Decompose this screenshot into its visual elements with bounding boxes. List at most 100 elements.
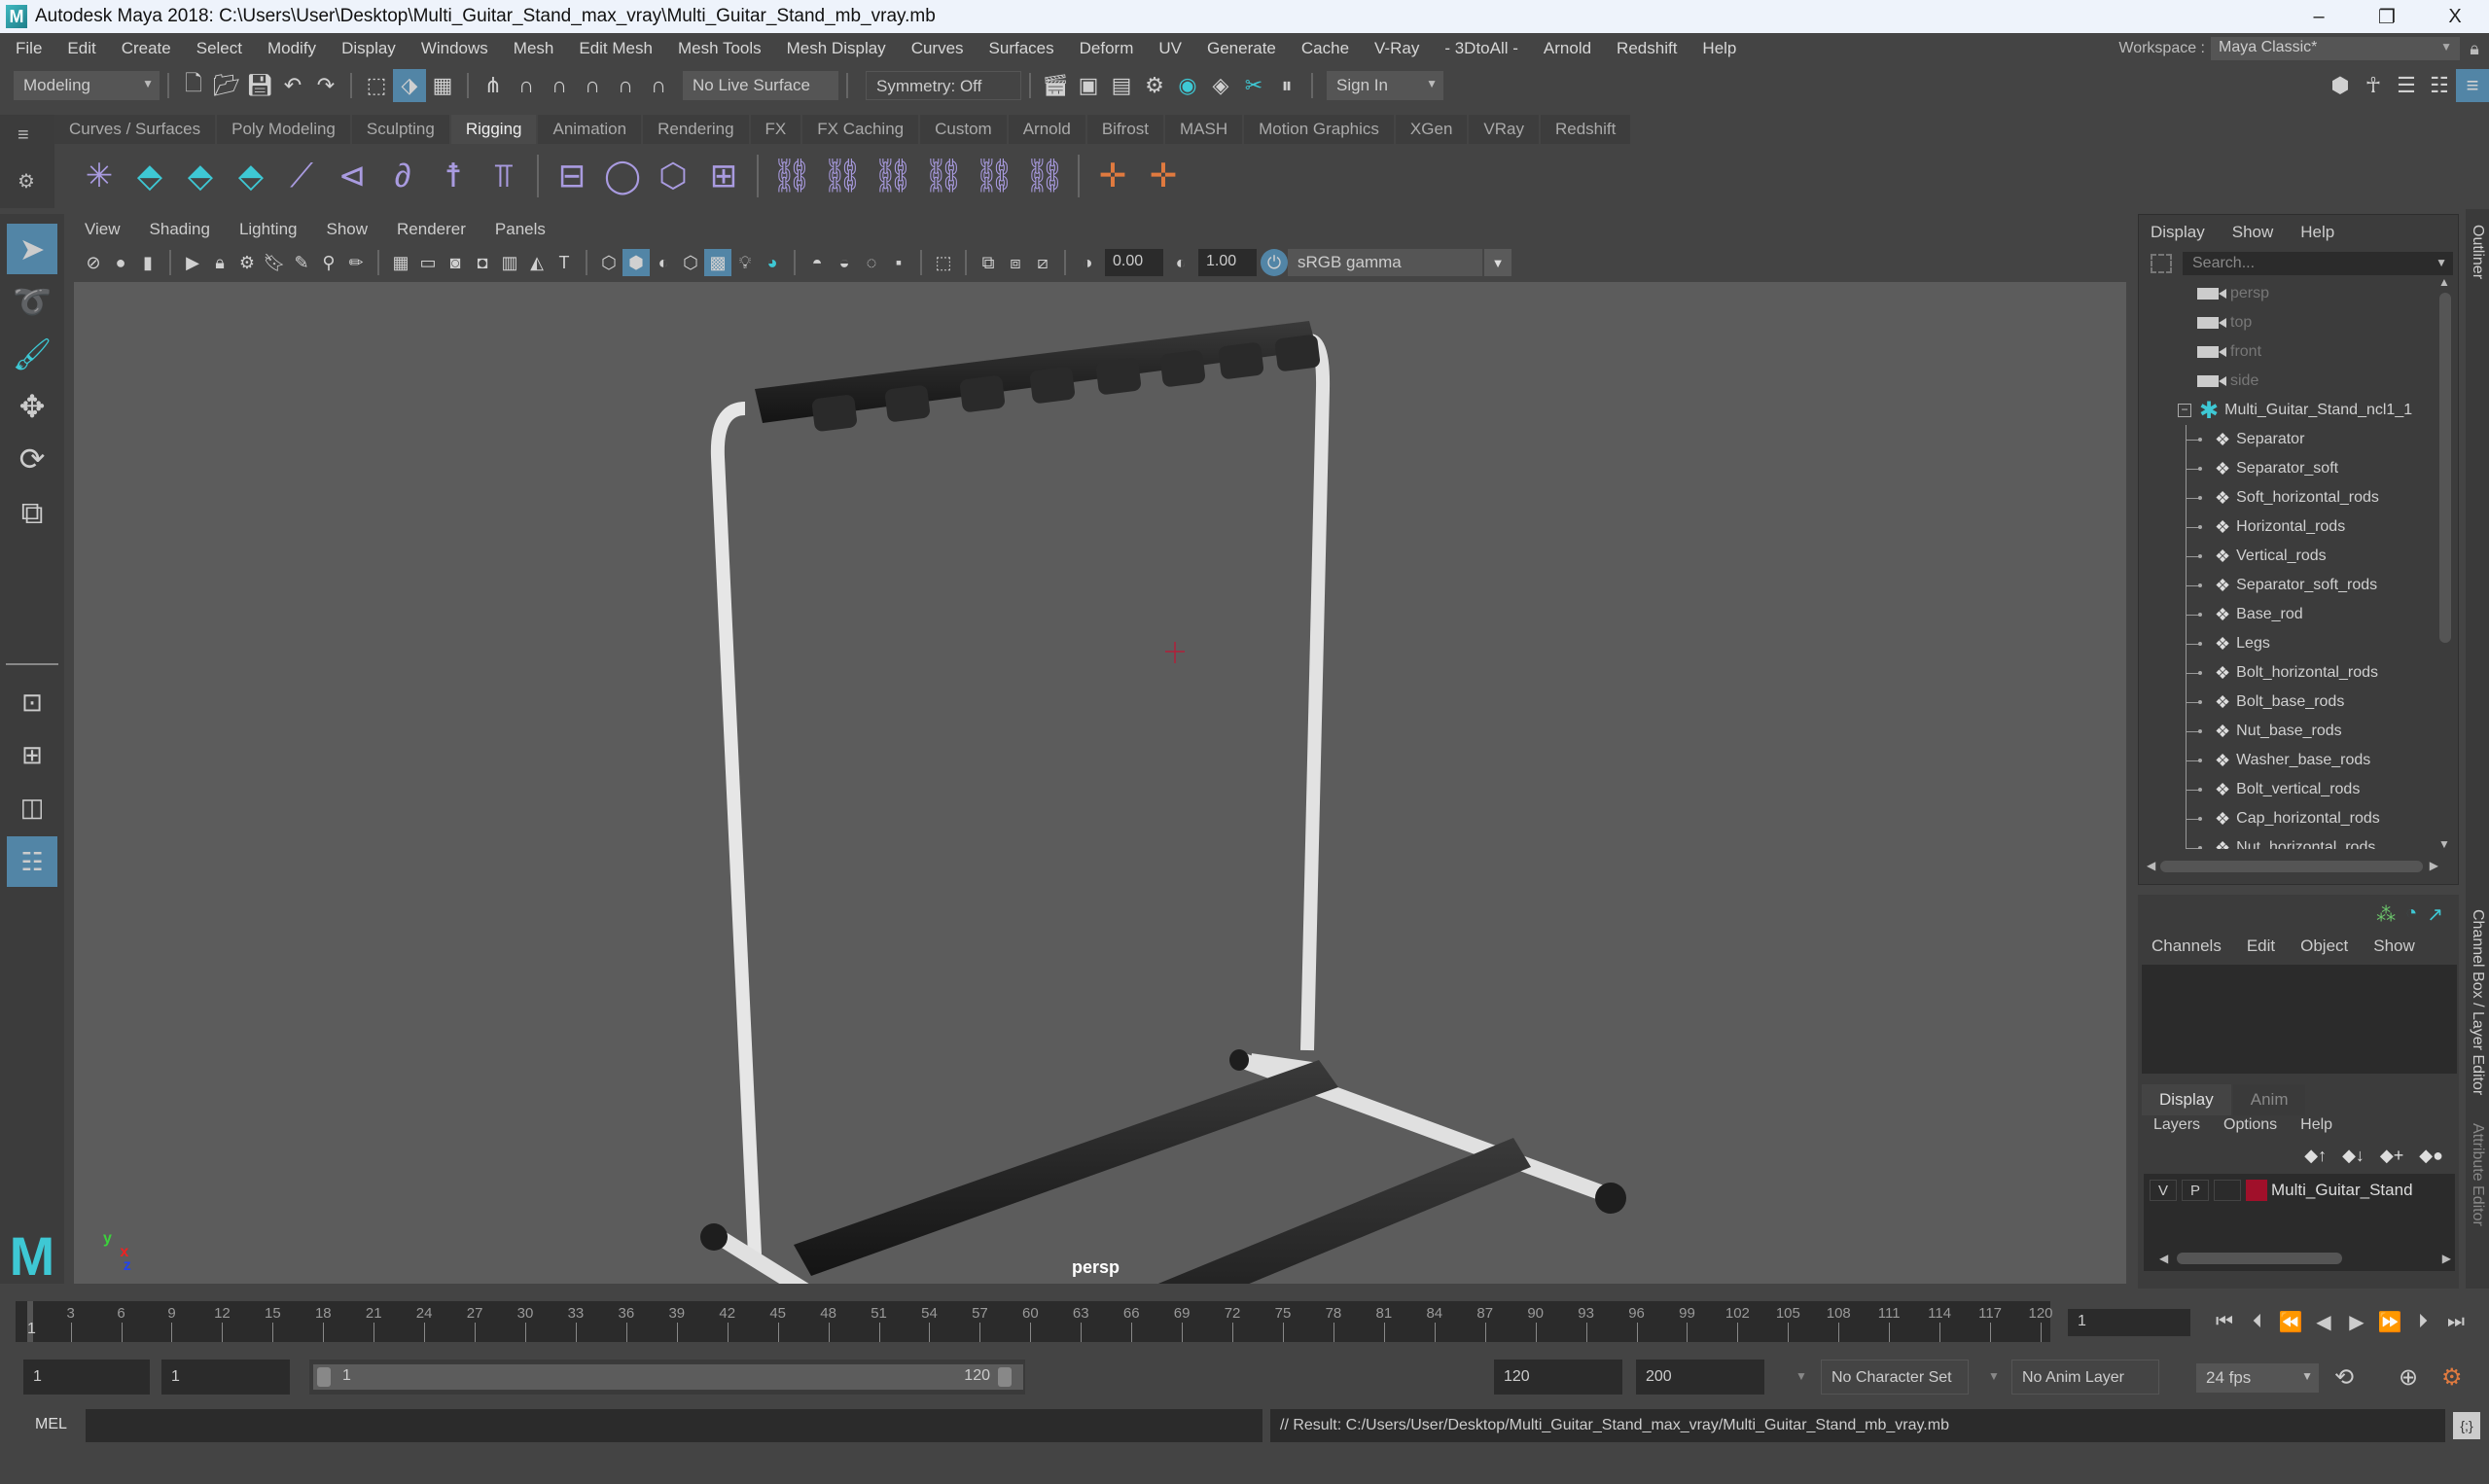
menu-mesh-display[interactable]: Mesh Display [774, 39, 899, 58]
hypershade-icon[interactable]: ◉ [1171, 69, 1204, 102]
outliner-search-input[interactable]: Search... [2183, 252, 2453, 275]
outliner-item[interactable]: ❖ Nut_base_rods [2139, 717, 2442, 746]
panel-menu-view[interactable]: View [70, 220, 135, 239]
grease-pencil-icon[interactable]: ✎ [288, 249, 315, 276]
menu-display[interactable]: Display [329, 39, 409, 58]
channel-menu-channels[interactable]: Channels [2151, 936, 2222, 956]
layer-horizontal-scrollbar[interactable]: ◀ ▶ [2159, 1252, 2451, 1265]
paint-skin-weights-icon[interactable]: ⊟ [547, 151, 597, 201]
outliner-layout-icon[interactable]: ☷ [7, 836, 57, 887]
shelf-tab-fx-caching[interactable]: FX Caching [802, 115, 919, 144]
aim-constraint-icon[interactable]: ⛓ [969, 151, 1019, 201]
lasso-tool-icon[interactable]: ➰ [7, 276, 57, 327]
snap-curve-icon[interactable]: ∩ [510, 69, 543, 102]
exposure-field[interactable]: 0.00 [1105, 249, 1163, 276]
menu-redshift[interactable]: Redshift [1604, 39, 1689, 58]
select-hierarchy-icon[interactable]: ⬚ [360, 69, 393, 102]
screen-space-ao-icon[interactable]: ◓ [803, 249, 831, 276]
new-layer-from-selected-icon[interactable]: ◆● [2419, 1146, 2443, 1166]
gamma-field[interactable]: 1.00 [1198, 249, 1257, 276]
step-back-frame-icon[interactable]: ⏴ [2241, 1307, 2274, 1336]
render-settings-icon[interactable]: ⚙ [1138, 69, 1171, 102]
anim-layer-dropdown[interactable]: No Anim Layer [2011, 1360, 2159, 1395]
new-empty-layer-icon[interactable]: ◆+ [2380, 1146, 2403, 1166]
layer-tab-display[interactable]: Display [2142, 1084, 2231, 1115]
script-editor-icon[interactable]: {;} [2453, 1412, 2480, 1439]
shelf-tab-arnold[interactable]: Arnold [1008, 115, 1085, 144]
menu-cache[interactable]: Cache [1289, 39, 1362, 58]
outliner-item[interactable]: ❖ Vertical_rods [2139, 542, 2442, 571]
panel-menu-lighting[interactable]: Lighting [225, 220, 312, 239]
film-gate-icon[interactable]: ▭ [414, 249, 442, 276]
menu-edit-mesh[interactable]: Edit Mesh [566, 39, 665, 58]
range-end-handle[interactable] [998, 1367, 1012, 1387]
open-scene-icon[interactable]: 📂︎ [210, 69, 243, 102]
outliner-item[interactable]: ❖ Bolt_base_rods [2139, 688, 2442, 717]
minimize-button[interactable]: – [2285, 0, 2353, 33]
panel-menu-shading[interactable]: Shading [135, 220, 225, 239]
menu-3dtoall[interactable]: - 3DtoAll - [1432, 39, 1531, 58]
outliner-item[interactable]: ❖ Cap_horizontal_rods [2139, 804, 2442, 833]
outliner-item-group[interactable]: − ✱ Multi_Guitar_Stand_ncl1_1 [2139, 396, 2442, 425]
outliner-item[interactable]: ❖ Separator [2139, 425, 2442, 454]
select-component-icon[interactable]: ▦ [426, 69, 459, 102]
2d-pan-zoom-icon[interactable]: ⚲ [315, 249, 342, 276]
outliner-item-persp[interactable]: persp [2139, 279, 2442, 308]
select-object-icon[interactable]: ⬗ [393, 69, 426, 102]
outliner-item[interactable]: ❖ Legs [2139, 629, 2442, 658]
outliner-item[interactable]: ❖ Base_rod [2139, 600, 2442, 629]
make-live-icon[interactable]: ∩ [642, 69, 675, 102]
safe-action-icon[interactable]: ◭ [523, 249, 551, 276]
menu-modify[interactable]: Modify [255, 39, 329, 58]
panel-menu-show[interactable]: Show [312, 220, 383, 239]
attribute-editor-toggle-icon[interactable]: ☰ [2390, 69, 2423, 102]
wireframe-on-shaded-icon[interactable]: ⬡ [677, 249, 704, 276]
manipulator-icon[interactable]: ⁂ [2376, 902, 2396, 927]
playback-start-field[interactable]: 1 [161, 1360, 290, 1395]
move-tool-icon[interactable]: ✥ [7, 381, 57, 432]
step-forward-key-icon[interactable]: ⏩ [2373, 1307, 2406, 1336]
snap-view-plane-icon[interactable]: ∩ [609, 69, 642, 102]
shelf-tab-xgen[interactable]: XGen [1395, 115, 1468, 144]
smooth-shade-icon[interactable]: ⬢ [622, 249, 650, 276]
render-current-frame-icon[interactable]: ▣ [1072, 69, 1105, 102]
layer-playback-toggle[interactable]: P [2182, 1180, 2209, 1201]
select-camera-icon[interactable]: ⊘ [80, 249, 107, 276]
menu-curves[interactable]: Curves [899, 39, 977, 58]
snap-projected-center-icon[interactable]: ∩ [576, 69, 609, 102]
pole-vector-constraint-icon[interactable]: ⛓ [1019, 151, 1070, 201]
layer-row[interactable]: V P Multi_Guitar_Stand [2150, 1180, 2413, 1201]
hyper-icon[interactable]: ↗ [2427, 902, 2443, 927]
layer-menu-options[interactable]: Options [2223, 1116, 2277, 1134]
outliner-item[interactable]: ❖ Separator_soft_rods [2139, 571, 2442, 600]
layer-display-type-toggle[interactable] [2214, 1180, 2241, 1201]
character-set-dropdown[interactable]: No Character Set [1821, 1360, 1969, 1395]
smooth-bind-icon[interactable]: ☨ [428, 151, 479, 201]
go-to-end-icon[interactable]: ⏭ [2439, 1307, 2472, 1336]
outliner-item-top[interactable]: top [2139, 308, 2442, 337]
menu-select[interactable]: Select [184, 39, 255, 58]
two-view-layout-icon[interactable]: ◫ [7, 782, 57, 832]
scale-tool-icon[interactable]: ⧉ [7, 488, 57, 539]
four-view-layout-icon[interactable]: ⊞ [7, 729, 57, 780]
menu-file[interactable]: File [0, 39, 54, 58]
joint-tool-icon[interactable]: ✳ [74, 151, 124, 201]
textured-icon[interactable]: ▩ [704, 249, 731, 276]
menu-uv[interactable]: UV [1146, 39, 1194, 58]
move-layer-down-icon[interactable]: ◆↓ [2342, 1146, 2365, 1166]
current-frame-field[interactable]: 1 [2068, 1309, 2190, 1336]
shelf-tab-bifrost[interactable]: Bifrost [1086, 115, 1164, 144]
undo-icon[interactable]: ↶ [276, 69, 309, 102]
lock-camera-icon[interactable]: 🔒︎ [206, 249, 233, 276]
play-backwards-icon[interactable]: ◀ [2307, 1307, 2340, 1336]
animation-start-field[interactable]: 1 [23, 1360, 150, 1395]
use-all-lights-icon[interactable]: 💡︎ [731, 249, 759, 276]
save-scene-icon[interactable]: 💾︎ [243, 69, 276, 102]
shelf-tab-rendering[interactable]: Rendering [643, 115, 749, 144]
locator-constraint-icon[interactable]: ✛ [1138, 151, 1189, 201]
scroll-thumb[interactable] [2177, 1253, 2342, 1264]
channel-menu-edit[interactable]: Edit [2247, 936, 2275, 956]
panel-menu-panels[interactable]: Panels [480, 220, 560, 239]
orient-constraint-icon[interactable]: ⛓ [868, 151, 918, 201]
range-start-handle[interactable] [317, 1367, 331, 1387]
